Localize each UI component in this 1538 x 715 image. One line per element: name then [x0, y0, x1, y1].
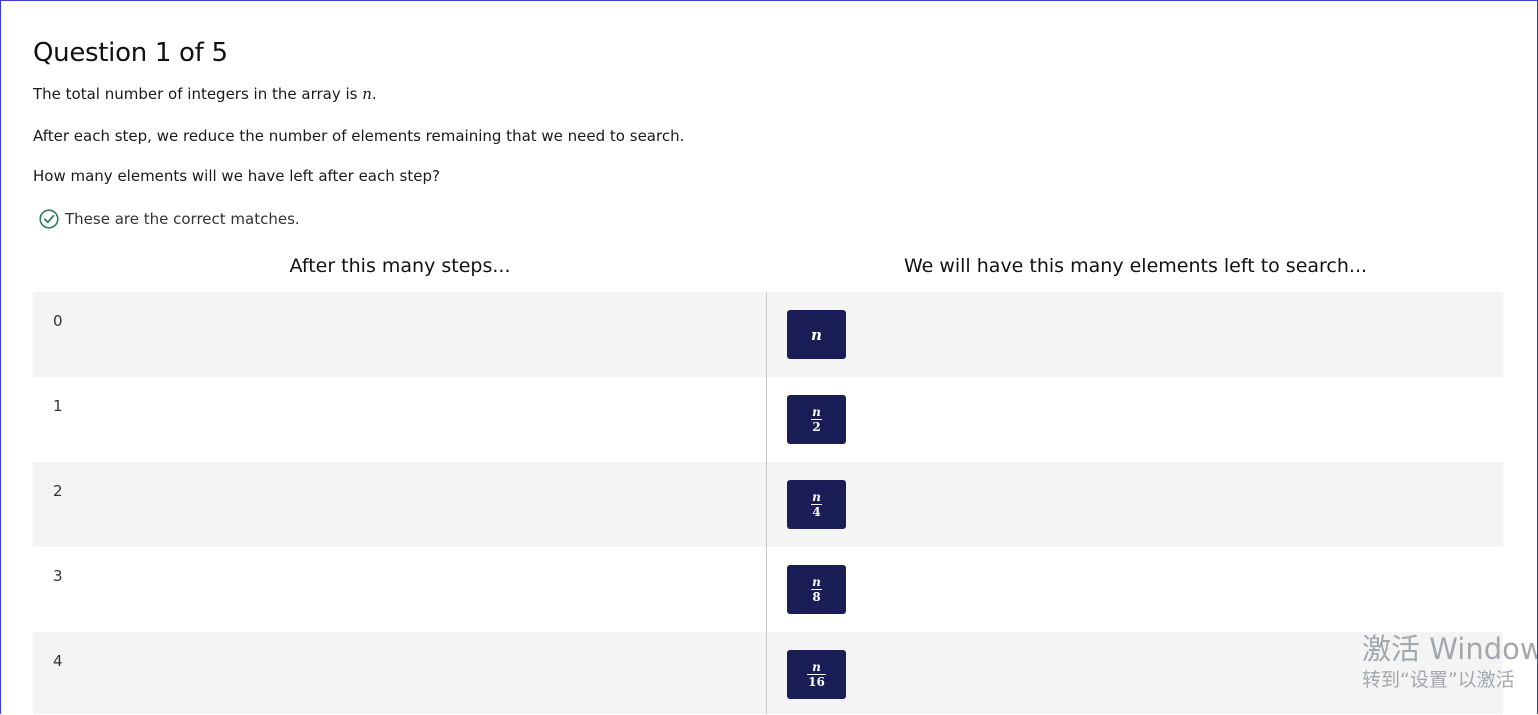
math-variable-n: n — [362, 85, 372, 103]
steps-value: 0 — [53, 312, 63, 330]
column-header-steps: After this many steps... — [289, 255, 511, 277]
table-row: 1 n 2 — [33, 377, 1503, 462]
steps-value: 3 — [53, 567, 63, 585]
watermark-line-2: 转到“设置”以激活 — [1362, 669, 1515, 691]
table-row: 0 n — [33, 292, 1503, 377]
windows-activation-watermark: 激活 Window 转到“设置”以激活 — [1362, 631, 1538, 693]
paragraph-period: . — [371, 85, 377, 103]
feedback-message: These are the correct matches. — [39, 209, 300, 229]
answer-cell: n 4 — [767, 462, 1503, 547]
question-paragraph-array-size: The total number of integers in the arra… — [33, 85, 377, 103]
fraction: n 8 — [811, 576, 822, 603]
question-panel: Question 1 of 5 The total number of inte… — [0, 0, 1538, 714]
matching-table: 0 n 1 n 2 2 n 4 3 n 8 4 n 16 — [33, 292, 1503, 714]
table-row: 3 n 8 — [33, 547, 1503, 632]
steps-value: 1 — [53, 397, 63, 415]
steps-cell: 2 — [33, 462, 767, 547]
answer-denominator: 16 — [808, 675, 825, 689]
steps-value: 2 — [53, 482, 63, 500]
answer-numerator: n — [811, 325, 822, 344]
answer-chip[interactable]: n — [787, 310, 846, 359]
steps-cell: 3 — [33, 547, 767, 632]
column-header-elements-left: We will have this many elements left to … — [903, 255, 1368, 277]
steps-cell: 4 — [33, 632, 767, 714]
table-row: 4 n 16 — [33, 632, 1503, 714]
answer-cell: n 8 — [767, 547, 1503, 632]
fraction: n 2 — [811, 406, 822, 433]
answer-numerator: n — [812, 490, 821, 504]
answer-cell: n — [767, 292, 1503, 377]
question-prompt: How many elements will we have left afte… — [33, 167, 440, 185]
fraction: n 4 — [811, 491, 822, 518]
feedback-text: These are the correct matches. — [65, 210, 300, 228]
steps-cell: 1 — [33, 377, 767, 462]
watermark-line-1: 激活 Window — [1362, 632, 1538, 666]
answer-numerator: n — [812, 405, 821, 419]
answer-numerator: n — [812, 660, 821, 674]
fraction: n 16 — [807, 661, 826, 688]
answer-numerator: n — [812, 575, 821, 589]
answer-chip[interactable]: n 8 — [787, 565, 846, 614]
check-circle-icon — [39, 209, 59, 229]
answer-chip[interactable]: n 2 — [787, 395, 846, 444]
answer-chip[interactable]: n 4 — [787, 480, 846, 529]
steps-value: 4 — [53, 652, 63, 670]
table-row: 2 n 4 — [33, 462, 1503, 547]
answer-chip[interactable]: n 16 — [787, 650, 846, 699]
steps-cell: 0 — [33, 292, 767, 377]
answer-denominator: 4 — [812, 505, 821, 519]
question-paragraph-reduce: After each step, we reduce the number of… — [33, 127, 685, 145]
answer-cell: n 2 — [767, 377, 1503, 462]
question-title: Question 1 of 5 — [33, 38, 228, 68]
paragraph-text: The total number of integers in the arra… — [33, 85, 363, 103]
answer-denominator: 8 — [812, 590, 821, 604]
answer-denominator: 2 — [812, 420, 821, 434]
